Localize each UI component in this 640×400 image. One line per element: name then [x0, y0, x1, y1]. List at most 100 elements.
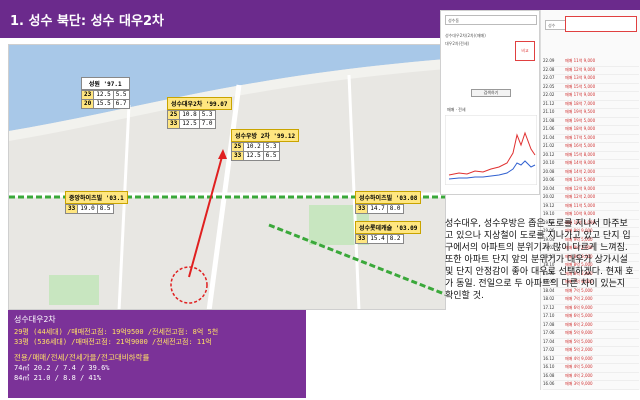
transaction-price: 매매 3억 9,000: [565, 381, 593, 386]
transaction-price: 매매 13억 9,000: [565, 75, 596, 80]
transaction-date: 21.06: [543, 126, 555, 131]
complex-table: 33 14.7 8.0: [354, 204, 404, 214]
transaction-date: 21.12: [543, 100, 555, 106]
transaction-row[interactable]: 20.06 매매 13억 5,000: [543, 177, 639, 186]
transaction-row[interactable]: 19.12 매매 11억 5,000: [543, 202, 639, 211]
transaction-row[interactable]: 21.06 매매 18억 9,000: [543, 126, 639, 135]
transaction-row[interactable]: 21.04 매매 17억 5,000: [543, 134, 639, 143]
complex-box-lotte: 성수롯데캐슬 '03.09 33 15.4 8.2: [354, 221, 422, 244]
transaction-row[interactable]: 20.08 매매 14억 2,000: [543, 168, 639, 177]
transaction-date: 21.10: [543, 109, 555, 114]
panel-checkbox[interactable]: 성수대우2차(2차)(매매): [445, 33, 486, 39]
transaction-list: 성수 22.09 매매 11억 9,000 22.08 매매 12억 9,000 22.…: [540, 10, 640, 390]
transaction-row[interactable]: 22.02 매매 17억 9,000: [543, 92, 639, 101]
red-arrow-head: [218, 149, 227, 159]
transaction-date: 21.08: [543, 117, 555, 123]
transaction-price: 매매 4억 9,000: [565, 355, 593, 361]
transaction-price: 매매 19억 9,500: [565, 109, 596, 114]
transaction-price: 매매 15억 8,000: [565, 151, 596, 157]
transaction-date: 16.10: [543, 364, 555, 369]
price-trend-chart: [445, 115, 537, 185]
complex-box-woobang2: 성수우방 2차 '99.12 25 10.2 5.3 33 12.5 6.5: [230, 129, 300, 161]
park-area-2: [49, 275, 99, 305]
complex-label: 중앙하이츠빌 '03.1: [65, 191, 128, 204]
transaction-date: 19.12: [543, 202, 555, 208]
transaction-row[interactable]: 17.02 매매 5억 2,000: [543, 347, 639, 356]
transaction-row[interactable]: 20.12 매매 15억 8,000: [543, 151, 639, 160]
transaction-price: 매매 18억 7,000: [565, 100, 596, 106]
highlight-box: [565, 16, 637, 32]
complex-table: 25 10.2 5.3 33 12.5 6.5: [230, 142, 280, 161]
transaction-date: 21.02: [543, 143, 555, 148]
transaction-price: 매매 6억 5,000: [565, 313, 593, 318]
transaction-price: 매매 15억 5,000: [565, 83, 596, 89]
transaction-row[interactable]: 16.06 매매 3억 9,000: [543, 381, 639, 390]
complex-box-seongwon: 성원 '97.1 23 12.5 5.5 20 15.5 6.7: [80, 77, 130, 109]
compare-button[interactable]: 비교: [515, 41, 535, 61]
red-circle: [170, 266, 208, 304]
description-text: 성수대우, 성수우방은 좁은 도로를 지나서 마주보고 있으나 지상철이 도로를…: [445, 219, 634, 301]
complex-table: 25 10.8 5.3 33 12.5 7.0: [166, 110, 216, 129]
info-box: 성수대우2차 29평 (44세대) /매매전고점: 19억9500 /전세전고점…: [8, 310, 306, 398]
transaction-date: 16.12: [543, 355, 555, 361]
transaction-price: 매매 5억 9,000: [565, 330, 593, 335]
transaction-price: 매매 11억 5,000: [565, 202, 596, 208]
transaction-date: 20.10: [543, 160, 555, 165]
transaction-row[interactable]: 17.06 매매 5억 9,000: [543, 330, 639, 339]
transaction-date: 16.06: [543, 381, 555, 386]
transaction-price: 매매 12억 9,000: [565, 66, 596, 72]
transaction-row[interactable]: 22.05 매매 15억 5,000: [543, 83, 639, 92]
transaction-row[interactable]: 21.08 매매 19억 5,000: [543, 117, 639, 126]
slide-title: 1. 성수 북단: 성수 대우2차: [10, 14, 164, 29]
transaction-row[interactable]: 20.10 매매 14억 9,000: [543, 160, 639, 169]
transaction-row[interactable]: 17.04 매매 5억 5,000: [543, 338, 639, 347]
transaction-row[interactable]: 17.08 매매 6억 2,000: [543, 321, 639, 330]
transaction-row[interactable]: 22.08 매매 12억 9,000: [543, 66, 639, 75]
transaction-date: 20.12: [543, 151, 555, 157]
transaction-date: 17.02: [543, 347, 555, 352]
transaction-price: 매매 14억 2,000: [565, 168, 596, 174]
transaction-price: 매매 18억 9,000: [565, 126, 596, 131]
transaction-date: 16.08: [543, 372, 555, 378]
transaction-row[interactable]: 21.10 매매 19억 9,500: [543, 109, 639, 118]
panel-checkbox[interactable]: 대우2차(전세): [445, 41, 469, 47]
complex-table: 23 12.5 5.5 20 15.5 6.7: [80, 90, 130, 109]
transaction-date: 17.10: [543, 313, 555, 318]
transaction-row[interactable]: 17.10 매매 6억 5,000: [543, 313, 639, 322]
transaction-date: 17.06: [543, 330, 555, 335]
transaction-date: 17.04: [543, 338, 555, 344]
complex-label: 성수하이츠빌 '03.08: [355, 191, 422, 204]
complex-box-joongang: 중앙하이츠빌 '03.1 33 19.0 8.5: [64, 191, 128, 214]
transaction-date: 17.08: [543, 321, 555, 327]
panel-search-input[interactable]: 성수동: [445, 15, 537, 25]
transaction-date: 22.02: [543, 92, 555, 97]
transaction-row[interactable]: 22.09 매매 11억 9,000: [543, 58, 639, 67]
transaction-row[interactable]: 20.02 매매 12억 2,000: [543, 194, 639, 203]
search-button[interactable]: 검색하기: [471, 89, 511, 97]
transaction-row[interactable]: 16.12 매매 4억 9,000: [543, 355, 639, 364]
transaction-price: 매매 11억 9,000: [565, 58, 596, 63]
transaction-price: 매매 12억 9,000: [565, 185, 596, 191]
transaction-row[interactable]: 21.12 매매 18억 7,000: [543, 100, 639, 109]
transaction-row[interactable]: 21.02 매매 16억 5,000: [543, 143, 639, 152]
transaction-date: 21.04: [543, 134, 555, 140]
radio-group[interactable]: 매매 · 전세: [447, 107, 466, 113]
transaction-price: 매매 14억 9,000: [565, 160, 596, 165]
transaction-row[interactable]: 20.04 매매 12억 9,000: [543, 185, 639, 194]
complex-label: 성원 '97.1: [81, 77, 130, 90]
info-sub-header: 전용/매매/전세/전세가율/전고대비하락률: [14, 353, 150, 362]
transaction-price: 매매 17억 9,000: [565, 92, 596, 97]
transaction-date: 22.07: [543, 75, 555, 80]
transaction-date: 17.12: [543, 304, 555, 310]
info-line: 33평 (536세대) /매매전고점: 21억9000 /전세전고점: 11억: [14, 338, 212, 346]
info-sub-line: 84㎡ 21.0 / 8.8 / 41%: [14, 374, 102, 382]
complex-label: 성수롯데캐슬 '03.09: [355, 221, 422, 234]
search-panel: 성수동 성수대우2차(2차)(매매) 대우2차(전세) 비교 검색하기 매매 ·…: [440, 10, 540, 195]
complex-table: 33 19.0 8.5: [64, 204, 114, 214]
transaction-row[interactable]: 17.12 매매 6억 9,000: [543, 304, 639, 313]
transaction-row[interactable]: 16.08 매매 4억 2,000: [543, 372, 639, 381]
slide: 1. 성수 북단: 성수 대우2차 성원 '97.1 23 12.5 5.5 2…: [0, 0, 640, 400]
transaction-row[interactable]: 16.10 매매 4억 5,000: [543, 364, 639, 373]
transaction-row[interactable]: 22.07 매매 13억 9,000: [543, 75, 639, 84]
map-view[interactable]: 성원 '97.1 23 12.5 5.5 20 15.5 6.7 성수대우2차 '99.…: [8, 44, 446, 310]
